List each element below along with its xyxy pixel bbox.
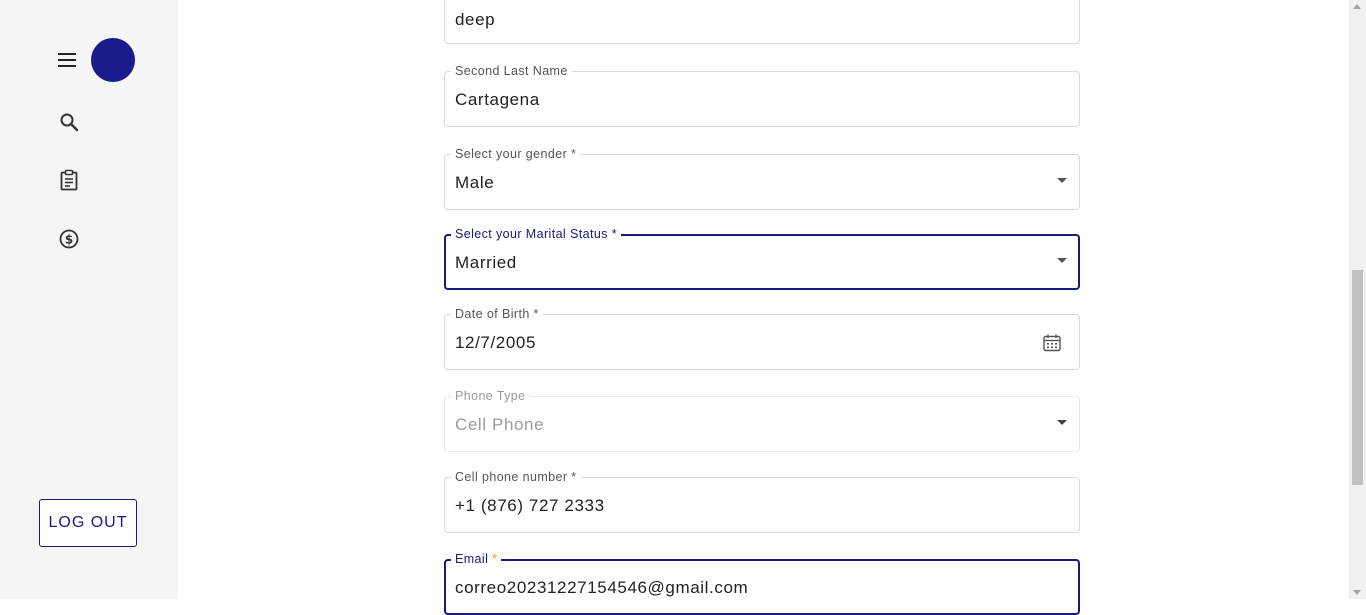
email-label: Email * (451, 551, 502, 567)
cell-phone-value: +1 (876) 727 2333 (455, 496, 605, 515)
phone-type-label: Phone Type (451, 388, 530, 404)
last-name-value: deep (455, 10, 496, 29)
dropdown-arrow-icon[interactable] (1057, 178, 1067, 183)
marital-status-select[interactable]: Select your Marital Status * Married (444, 226, 1080, 290)
second-last-name-label: Second Last Name (451, 63, 572, 79)
date-of-birth-label: Date of Birth * (451, 306, 543, 322)
hamburger-menu-icon[interactable] (55, 48, 79, 72)
sidebar: $ LOG OUT (0, 0, 178, 599)
last-name-field[interactable]: deep (444, 0, 1080, 44)
marital-status-value: Married (455, 253, 517, 272)
gender-select[interactable]: Select your gender * Male (444, 146, 1080, 210)
scrollbar-thumb[interactable] (1352, 270, 1363, 485)
phone-type-value: Cell Phone (455, 415, 545, 434)
gender-value: Male (455, 173, 495, 192)
avatar[interactable] (91, 38, 135, 82)
scroll-down-arrow-icon[interactable] (1353, 590, 1361, 595)
cell-phone-label: Cell phone number * (451, 469, 581, 485)
date-of-birth-field[interactable]: Date of Birth * 12/7/2005 (444, 306, 1080, 370)
email-field[interactable]: Email * correo20231227154546@gmail.com (444, 551, 1080, 615)
calendar-icon[interactable] (1042, 333, 1062, 353)
svg-text:$: $ (65, 233, 73, 247)
dropdown-arrow-icon[interactable] (1057, 258, 1067, 263)
scroll-up-arrow-icon[interactable] (1353, 4, 1361, 9)
clipboard-icon[interactable] (57, 168, 81, 192)
email-value: correo20231227154546@gmail.com (455, 578, 749, 597)
logout-button[interactable]: LOG OUT (39, 499, 137, 547)
second-last-name-field[interactable]: Second Last Name Cartagena (444, 63, 1080, 127)
marital-status-label: Select your Marital Status * (451, 226, 621, 242)
dollar-icon[interactable]: $ (57, 227, 81, 251)
cell-phone-field[interactable]: Cell phone number * +1 (876) 727 2333 (444, 469, 1080, 533)
page-scrollbar[interactable] (1349, 0, 1366, 599)
gender-label: Select your gender * (451, 146, 581, 162)
search-icon[interactable] (57, 110, 81, 134)
second-last-name-value: Cartagena (455, 90, 540, 109)
required-asterisk: * (492, 552, 498, 566)
dropdown-arrow-icon (1057, 420, 1067, 425)
date-of-birth-value: 12/7/2005 (455, 333, 537, 352)
email-label-text: Email (455, 552, 489, 566)
phone-type-select: Phone Type Cell Phone (444, 388, 1080, 452)
